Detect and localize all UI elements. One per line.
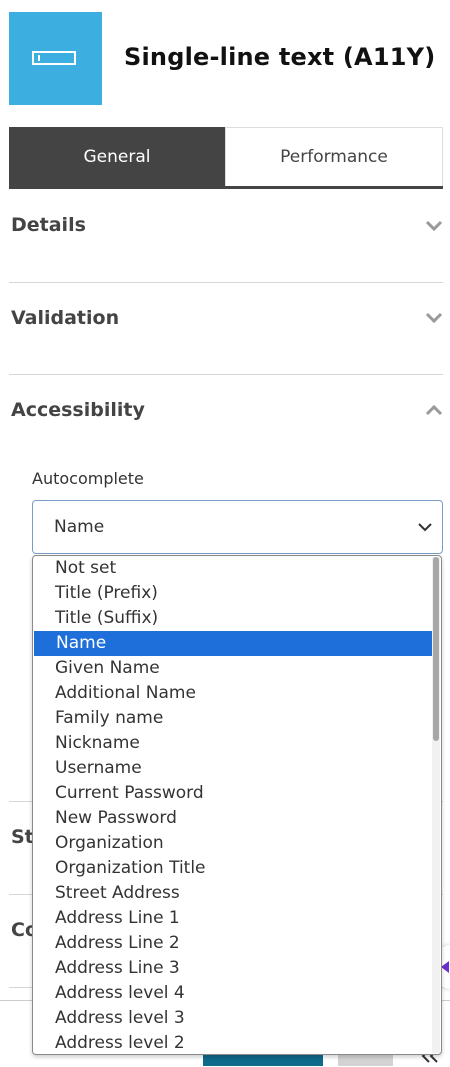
dropdown-option[interactable]: Organization Title xyxy=(33,856,410,881)
section-title-accessibility[interactable]: Accessibility xyxy=(11,399,145,421)
dropdown-option[interactable]: Address Line 2 xyxy=(33,931,410,956)
dropdown-option[interactable]: Street Address xyxy=(33,881,410,906)
chevron-down-icon xyxy=(425,220,443,232)
dropdown-option[interactable]: Title (Prefix) xyxy=(33,581,410,606)
dropdown-option[interactable]: New Password xyxy=(33,806,410,831)
dropdown-option[interactable]: Name xyxy=(34,631,433,656)
section-details[interactable]: Details xyxy=(9,190,443,283)
chevron-down-icon xyxy=(418,523,432,532)
tab-general[interactable]: General xyxy=(9,127,225,186)
tab-bar: General Performance xyxy=(9,127,443,189)
dropdown-option[interactable]: Address level 3 xyxy=(33,1006,410,1031)
dropdown-scrollbar[interactable] xyxy=(432,557,440,1053)
autocomplete-value: Name xyxy=(54,517,105,537)
dropdown-option[interactable]: Nickname xyxy=(33,731,410,756)
scrollbar-thumb[interactable] xyxy=(433,557,439,741)
tab-performance[interactable]: Performance xyxy=(225,127,443,186)
dropdown-option[interactable]: Address level 4 xyxy=(33,981,410,1006)
autocomplete-select[interactable]: Name xyxy=(32,500,443,554)
dropdown-option[interactable]: Title (Suffix) xyxy=(33,606,410,631)
dropdown-option[interactable]: Not set xyxy=(33,556,410,581)
section-title-styles: St xyxy=(11,826,34,848)
panel-header: Single-line text (A11Y) xyxy=(0,0,450,120)
dropdown-option[interactable]: Family name xyxy=(33,706,410,731)
dropdown-option[interactable]: Address Line 3 xyxy=(33,956,410,981)
panel-title: Single-line text (A11Y) xyxy=(124,43,436,71)
section-title-validation: Validation xyxy=(11,307,120,329)
autocomplete-dropdown: Not set Title (Prefix) Title (Suffix) Name G… xyxy=(32,555,442,1055)
dropdown-option[interactable]: Address level 2 xyxy=(33,1031,410,1054)
dropdown-option[interactable]: Username xyxy=(33,756,410,781)
autocomplete-label: Autocomplete xyxy=(32,469,144,488)
option-list: Not set Title (Prefix) Title (Suffix) Name G… xyxy=(33,556,441,1054)
dropdown-option[interactable]: Organization xyxy=(33,831,410,856)
chevron-down-icon xyxy=(425,312,443,324)
chevron-up-icon[interactable] xyxy=(425,404,443,416)
dropdown-option[interactable]: Address Line 1 xyxy=(33,906,410,931)
text-field-icon xyxy=(9,12,102,105)
section-validation[interactable]: Validation xyxy=(9,282,443,375)
dropdown-option[interactable]: Given Name xyxy=(33,656,410,681)
dropdown-option[interactable]: Current Password xyxy=(33,781,410,806)
dropdown-option[interactable]: Additional Name xyxy=(33,681,410,706)
section-title-details: Details xyxy=(11,214,86,236)
